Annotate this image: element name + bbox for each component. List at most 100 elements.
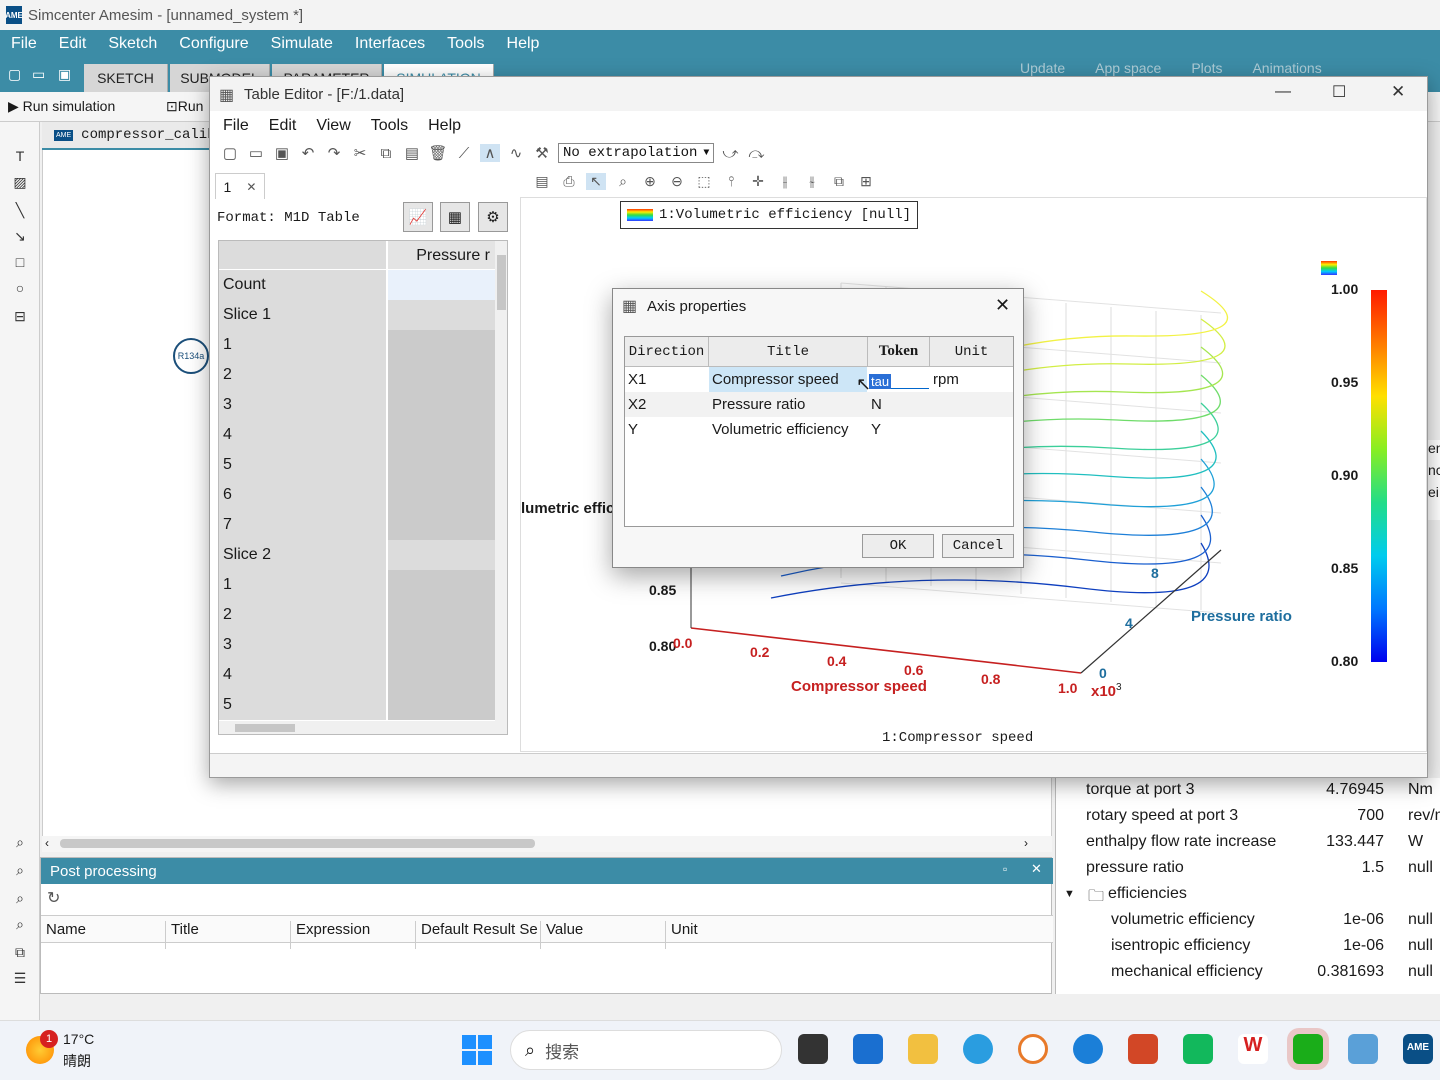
table-row[interactable]: Slice 1 — [219, 300, 496, 330]
plot-icon[interactable]: 📈 — [403, 202, 433, 232]
export-icon[interactable]: ⧉ — [829, 173, 849, 190]
table-row[interactable]: 4 — [219, 420, 496, 450]
cancel-button[interactable]: Cancel — [942, 534, 1014, 558]
te-menu-help[interactable]: Help — [418, 117, 471, 135]
network-tool-icon[interactable] — [1348, 1034, 1378, 1064]
variable-row[interactable]: enthalpy flow rate increase 133.447 W — [1056, 830, 1440, 856]
canvas-hscrollbar[interactable]: ‹ › — [42, 836, 1052, 852]
extrapolation-icon[interactable]: ⚒ — [532, 144, 552, 162]
te-menu-edit[interactable]: Edit — [259, 117, 307, 135]
scroll-left-icon[interactable]: ‹ — [45, 836, 49, 850]
view-3d-icon[interactable]: ⬚ — [694, 173, 714, 190]
edge-icon[interactable] — [1073, 1034, 1103, 1064]
menu-simulate[interactable]: Simulate — [260, 35, 344, 53]
col-direction[interactable]: Direction — [625, 337, 709, 367]
interp-linear-icon[interactable]: ⟋ — [454, 145, 474, 162]
axis-row-x1[interactable]: X1 Compressor speed tau rpm — [625, 367, 1013, 392]
col-value[interactable]: Value — [541, 921, 666, 949]
grid-vscroll-thumb[interactable] — [497, 255, 506, 310]
doc-tab[interactable]: AME compressor_calib — [42, 122, 216, 150]
variable-row[interactable]: pressure ratio 1.5 null — [1056, 856, 1440, 882]
cursor-multi-icon[interactable]: ⫲ — [775, 173, 795, 190]
zoom-box-icon[interactable]: ⌕ — [613, 173, 633, 190]
variable-row[interactable]: torque at port 3 4.76945 Nm — [1056, 778, 1440, 804]
file-explorer-icon[interactable] — [908, 1034, 938, 1064]
taskbar-search[interactable]: ⌕ 搜索 — [510, 1030, 782, 1070]
cursor-cross-icon[interactable]: ✛ — [748, 173, 768, 190]
col-title[interactable]: Title — [709, 337, 868, 367]
start-windows-icon[interactable] — [462, 1035, 492, 1065]
menu-tools[interactable]: Tools — [436, 35, 495, 53]
table-row[interactable]: 2 — [219, 360, 496, 390]
table-row[interactable]: 6 — [219, 480, 496, 510]
new-table-icon[interactable]: ▢ — [220, 144, 240, 162]
extrapolation-select[interactable]: No extrapolation ▼ — [558, 143, 715, 163]
layers-icon[interactable]: ⧉ — [10, 944, 30, 964]
axis-row-y[interactable]: Y Volumetric efficiency Y — [625, 417, 1013, 442]
minimize-icon[interactable]: — — [1275, 83, 1291, 101]
zoom-fit-icon[interactable]: ⌕ — [10, 916, 30, 936]
table-settings-icon[interactable]: ⚙ — [478, 202, 508, 232]
calendar-icon[interactable]: ▦ — [440, 202, 470, 232]
line-tool-icon[interactable]: ╲ — [10, 202, 30, 222]
zoom-out-icon[interactable]: ⌕ — [10, 890, 30, 910]
menu-configure[interactable]: Configure — [168, 35, 259, 53]
grid-toggle-icon[interactable]: ⊞ — [856, 173, 876, 190]
variable-row[interactable]: isentropic efficiency 1e-06 null — [1056, 934, 1440, 960]
animations-button[interactable]: Animations — [1252, 60, 1321, 76]
ellipse-tool-icon[interactable]: ○ — [10, 280, 30, 300]
table-row[interactable]: 3 — [219, 630, 496, 660]
rectangle-tool-icon[interactable]: □ — [10, 254, 30, 274]
cursor-step-icon[interactable]: ⫳ — [802, 173, 822, 190]
table-row[interactable]: 3 — [219, 390, 496, 420]
wechat-icon[interactable] — [1293, 1034, 1323, 1064]
print-icon[interactable]: ⎙ — [559, 173, 579, 190]
col-unit[interactable]: Unit — [930, 337, 1013, 367]
column-header[interactable]: Pressure r — [388, 241, 496, 269]
amesim-taskbar-icon[interactable]: AME — [1403, 1034, 1433, 1064]
edge-browser-icon[interactable] — [963, 1034, 993, 1064]
text-tool-icon[interactable]: T — [10, 148, 30, 168]
app-space-button[interactable]: App space — [1095, 60, 1161, 76]
menu-help[interactable]: Help — [496, 35, 551, 53]
shopping-icon[interactable] — [1183, 1034, 1213, 1064]
col-unit[interactable]: Unit — [666, 921, 1052, 949]
arrow-tool-icon[interactable]: ↘ — [10, 228, 30, 248]
te-menu-tools[interactable]: Tools — [361, 117, 418, 135]
efficiencies-group[interactable]: ▼ 🗀 efficiencies — [1056, 882, 1440, 908]
scroll-right-icon[interactable]: › — [1024, 836, 1028, 850]
interp-smooth-icon[interactable]: ∿ — [506, 144, 526, 162]
zoom-icon[interactable]: ⌕ — [10, 834, 30, 854]
axis-row-x2[interactable]: X2 Pressure ratio N — [625, 392, 1013, 417]
restore-icon[interactable]: ▫ — [1003, 862, 1007, 876]
store-icon[interactable] — [853, 1034, 883, 1064]
menu-sketch[interactable]: Sketch — [97, 35, 168, 53]
table-row[interactable]: 7 — [219, 510, 496, 540]
new-file-icon[interactable]: ▢ — [8, 66, 21, 83]
copy-icon[interactable]: ⧉ — [376, 145, 396, 162]
fit-curve2-icon[interactable]: ⤼ — [746, 145, 766, 162]
grid-hscrollbar[interactable] — [219, 721, 507, 734]
image-tool-icon[interactable]: ▨ — [10, 174, 30, 194]
token-input[interactable]: tau — [869, 370, 929, 389]
zoom-in-icon[interactable]: ⌕ — [10, 862, 30, 882]
table-row[interactable]: 1 — [219, 570, 496, 600]
col-default-result[interactable]: Default Result Se — [416, 921, 541, 949]
undo-icon[interactable]: ↶ — [298, 144, 318, 162]
table-view-icon[interactable]: ▤ — [532, 173, 552, 190]
col-expression[interactable]: Expression — [291, 921, 416, 949]
list-icon[interactable]: ☰ — [10, 970, 30, 990]
update-button[interactable]: Update — [1020, 60, 1065, 76]
collapse-icon[interactable]: ▼ — [1064, 888, 1075, 900]
variable-row[interactable]: rotary speed at port 3 700 rev/mi — [1056, 804, 1440, 830]
menu-edit[interactable]: Edit — [48, 35, 98, 53]
variable-row[interactable]: mechanical efficiency 0.381693 null — [1056, 960, 1440, 986]
tab-sketch[interactable]: SKETCH — [84, 64, 168, 92]
run-button[interactable]: ⊡Run — [166, 98, 203, 115]
zoom-minus-icon[interactable]: ⊖ — [667, 173, 687, 190]
wps-icon[interactable]: W — [1238, 1034, 1268, 1064]
variable-row[interactable]: volumetric efficiency 1e-06 null — [1056, 908, 1440, 934]
table-row[interactable]: 4 — [219, 660, 496, 690]
ok-button[interactable]: OK — [862, 534, 934, 558]
menu-file[interactable]: File — [0, 35, 48, 53]
